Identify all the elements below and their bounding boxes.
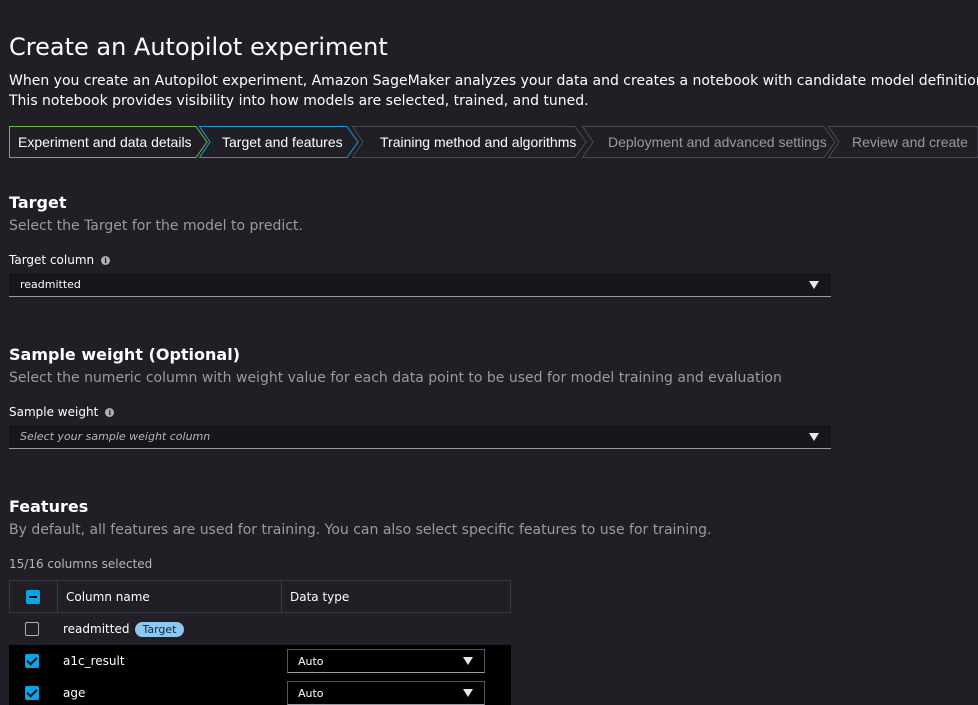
data-type-select[interactable]: Auto xyxy=(287,681,485,705)
step-deployment-and-advanced-settings: Deployment and advanced settings xyxy=(581,126,844,158)
data-type-value: Auto xyxy=(298,655,324,668)
target-column-value: readmitted xyxy=(20,278,81,291)
caret-down-icon xyxy=(809,281,819,289)
caret-down-icon xyxy=(463,689,473,697)
target-column-label-text: Target column xyxy=(9,253,95,267)
step-label: Review and create xyxy=(852,134,968,150)
columns-selected-count: 15/16 columns selected xyxy=(9,557,153,571)
step-review-and-create: Review and create xyxy=(827,126,978,158)
row-column-name: readmitted Target xyxy=(63,622,184,637)
target-subtitle: Select the Target for the model to predi… xyxy=(9,218,303,234)
column-header-name[interactable]: Column name xyxy=(66,590,150,604)
step-experiment-and-data-details[interactable]: Experiment and data details xyxy=(9,126,214,158)
page-title: Create an Autopilot experiment xyxy=(9,33,388,61)
table-row: readmitted Target xyxy=(9,613,511,645)
row-column-name: age xyxy=(63,686,86,700)
info-icon[interactable]: i xyxy=(101,256,111,265)
features-subtitle: By default, all features are used for tr… xyxy=(9,522,712,538)
column-header-data-type[interactable]: Data type xyxy=(290,590,349,604)
sample-weight-subtitle: Select the numeric column with weight va… xyxy=(9,370,782,386)
target-badge: Target xyxy=(135,622,184,637)
step-label: Deployment and advanced settings xyxy=(608,134,827,150)
table-row: age Auto xyxy=(9,677,511,705)
row-column-name-text: readmitted xyxy=(63,622,130,636)
target-heading: Target xyxy=(9,193,67,212)
features-heading: Features xyxy=(9,497,89,516)
sample-weight-label: Sample weight i xyxy=(9,405,115,419)
create-autopilot-page: Create an Autopilot experiment When you … xyxy=(0,0,978,705)
info-icon[interactable]: i xyxy=(105,408,115,417)
sample-weight-label-text: Sample weight xyxy=(9,405,99,419)
description-line-1: When you create an Autopilot experiment,… xyxy=(9,73,978,89)
step-label: Experiment and data details xyxy=(18,134,192,150)
step-label: Target and features xyxy=(222,134,343,150)
step-training-method-and-algorithms[interactable]: Training method and algorithms xyxy=(351,126,592,158)
target-column-select[interactable]: readmitted xyxy=(9,273,831,297)
sample-weight-select[interactable]: Select your sample weight column xyxy=(9,425,831,449)
description-line-2: This notebook provides visibility into h… xyxy=(9,93,589,109)
step-target-and-features[interactable]: Target and features xyxy=(198,126,369,158)
row-checkbox[interactable] xyxy=(25,686,39,700)
features-table: Column name Data type readmitted Target a… xyxy=(9,580,511,705)
data-type-select[interactable]: Auto xyxy=(287,649,485,673)
select-all-checkbox[interactable] xyxy=(26,590,40,604)
caret-down-icon xyxy=(463,657,473,665)
wizard-steps: Experiment and data details Target and f… xyxy=(9,126,978,158)
sample-weight-placeholder: Select your sample weight column xyxy=(20,430,211,443)
table-header: Column name Data type xyxy=(9,580,511,613)
row-checkbox[interactable] xyxy=(25,654,39,668)
target-column-label: Target column i xyxy=(9,253,111,267)
row-checkbox[interactable] xyxy=(25,622,39,636)
caret-down-icon xyxy=(809,433,819,441)
step-label: Training method and algorithms xyxy=(380,134,577,150)
header-divider xyxy=(281,581,282,613)
sample-weight-heading: Sample weight (Optional) xyxy=(9,345,241,364)
page-description: When you create an Autopilot experiment,… xyxy=(9,71,978,111)
header-divider xyxy=(57,581,58,613)
row-column-name: a1c_result xyxy=(63,654,125,668)
table-row: a1c_result Auto xyxy=(9,645,511,677)
data-type-value: Auto xyxy=(298,687,324,700)
